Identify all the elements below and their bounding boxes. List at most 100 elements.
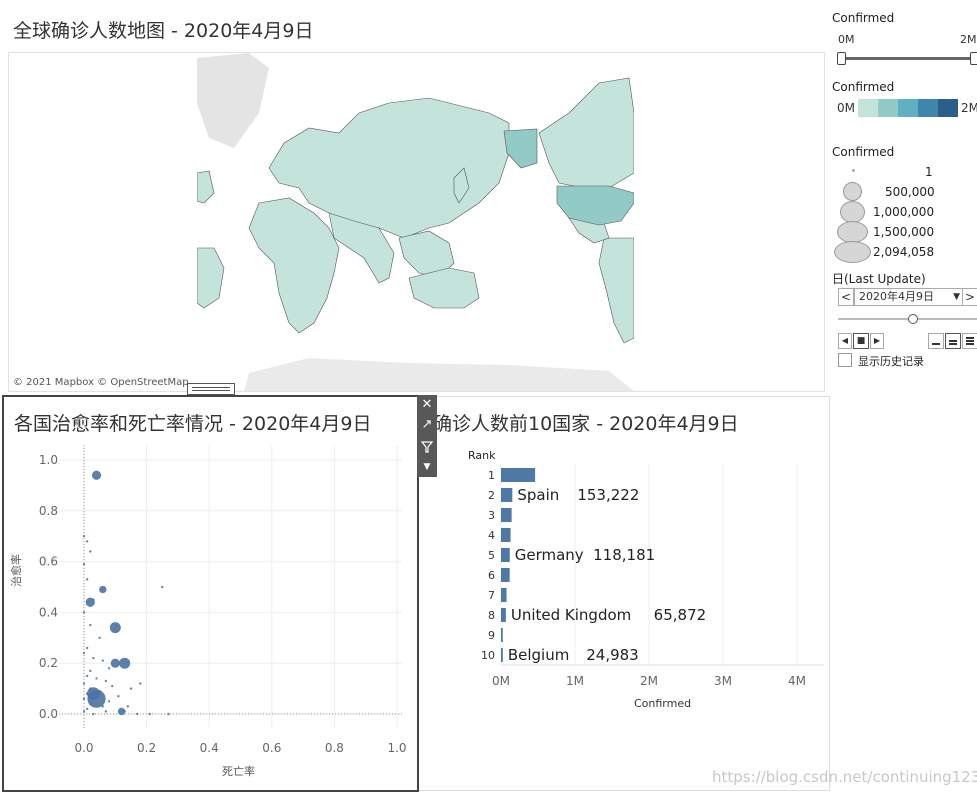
map-attribution: © 2021 Mapbox © OpenStreetMap [13,377,189,388]
filter-icon[interactable] [417,437,437,457]
scatter-y-axis-label: 治愈率 [10,554,23,587]
size-legend-circle-5 [834,241,871,263]
bar-value-label: 153,222 [577,486,639,504]
filter-slider-max-handle[interactable] [970,52,977,65]
scatter-point [82,562,86,566]
stop-button[interactable]: ■ [853,333,869,349]
scatter-x-tick-label: 1.0 [387,741,406,755]
close-icon[interactable]: ✕ [417,395,437,415]
date-slider-handle[interactable] [908,314,918,324]
date-next-button[interactable]: > [962,288,977,306]
size-legend-circle-4 [837,221,868,243]
size-legend-label-3: 1,000,000 [873,205,935,219]
scatter-point [161,585,164,589]
bar-x-tick-label: 3M [714,674,732,688]
bar-rect [501,648,503,662]
scatter-point [86,687,100,701]
scatter-y-tick-label: 0.4 [39,605,58,619]
open-external-icon[interactable]: ↗ [417,415,437,435]
date-dropdown-value: 2020年4月9日 [859,290,934,303]
scatter-point [92,712,95,716]
bar-rank-label: 2 [488,489,495,502]
bar-rect [501,488,513,502]
date-dropdown[interactable]: 2020年4月9日 ▼ [854,288,964,306]
scatter-point [85,540,89,543]
size-legend-label-2: 500,000 [885,185,935,199]
size-legend-circle-2 [843,182,862,201]
color-legend-ramp [858,99,958,117]
chevron-down-icon[interactable]: ▼ [417,457,437,477]
scatter-point [82,611,86,614]
world-map-canvas [9,53,824,391]
bar-rank-label: 3 [488,509,495,522]
bar-chart: 0M 1M 2M 3M 4M 1 2 Spain 153,222 3 4 5 Germany 118,18… [481,463,824,688]
scatter-point [109,622,121,634]
scatter-point [89,550,92,553]
play-back-button[interactable]: ◀ [838,333,852,349]
date-prev-button[interactable]: < [838,288,854,306]
scatter-x-tick-label: 0.6 [262,741,281,755]
scatter-point [98,636,101,639]
scatter-point [126,705,130,708]
color-legend-min-label: 0M [837,101,855,115]
scatter-point [82,697,86,700]
scatter-point [110,684,114,688]
scatter-point [82,710,86,713]
scatter-x-tick-label: 0.8 [325,741,344,755]
history-checkbox[interactable] [838,353,852,367]
panel-toolbar: ✕ ↗ ▼ [417,395,437,477]
bar-rect [501,628,503,642]
bar-rect [501,468,536,482]
filter-slider-track[interactable] [840,57,977,60]
scatter-y-tick-label: 0.8 [39,504,58,518]
bar-rank-label: 8 [488,609,495,622]
scatter-point [82,651,86,655]
scatter-point [110,658,120,668]
watermark: https://blog.csdn.net/continuing1234 [712,768,977,786]
bar-rect [501,528,511,542]
bar-rank-label: 6 [488,569,495,582]
bar-x-tick-label: 1M [566,674,584,688]
color-legend-swatch-1 [858,99,878,117]
filter-title: Confirmed [832,11,895,25]
world-map[interactable]: © 2021 Mapbox © OpenStreetMap [8,52,825,392]
size-legend-circle-3 [840,201,865,223]
bar-rank-label: 4 [488,529,495,542]
bar-country-label: Belgium [508,646,570,664]
size-legend-title: Confirmed [832,145,895,159]
play-forward-button[interactable]: ▶ [870,333,884,349]
scatter-point [104,710,108,713]
filter-max-label: 2M [960,33,977,46]
speed-medium-button[interactable] [945,333,961,349]
speed-fast-button[interactable] [962,333,977,349]
scatter-point [89,702,92,706]
scatter-point [85,692,89,695]
scatter-point [85,707,89,711]
color-legend-max-label: 2M [961,101,977,115]
scatter-point [95,677,98,680]
size-legend-label-5: 2,094,058 [873,245,935,259]
scatter-x-tick-label: 0.4 [200,741,219,755]
color-legend-swatch-2 [878,99,898,117]
scatter-x-axis-label: 死亡率 [222,765,255,778]
scatter-point [92,656,95,660]
bar-rank-label: 1 [488,469,495,482]
bar-x-tick-label: 4M [788,674,806,688]
color-legend-title: Confirmed [832,80,895,94]
size-legend-circle-1 [852,169,855,172]
color-legend-swatch-4 [918,99,938,117]
scatter-chart: 0.0 0.2 0.4 0.6 0.8 1.0 1.0 0.8 0.6 0.4 0.2 0.0 [39,445,407,755]
resize-grip[interactable] [187,383,235,395]
bar-value-label: 118,181 [593,546,655,564]
scatter-point [85,578,89,581]
size-legend-label-1: 1 [925,165,933,179]
bar-chart-panel: 确诊人数前10国家 - 2020年4月9日 Rank 0M 1M 2M 3M 4M 1 2 S… [418,396,830,791]
scatter-panel[interactable]: 各国治愈率和死亡率情况 - 2020年4月9日 0.0 0.2 0.4 0.6 0.8 1… [2,395,419,792]
bar-x-axis-label: Confirmed [634,697,692,710]
scatter-point [101,705,104,708]
scatter-point [107,700,111,703]
scatter-point [167,712,170,716]
filter-slider-min-handle[interactable] [837,52,846,65]
bar-rank-label: 7 [488,589,495,602]
speed-slow-button[interactable] [928,333,944,349]
